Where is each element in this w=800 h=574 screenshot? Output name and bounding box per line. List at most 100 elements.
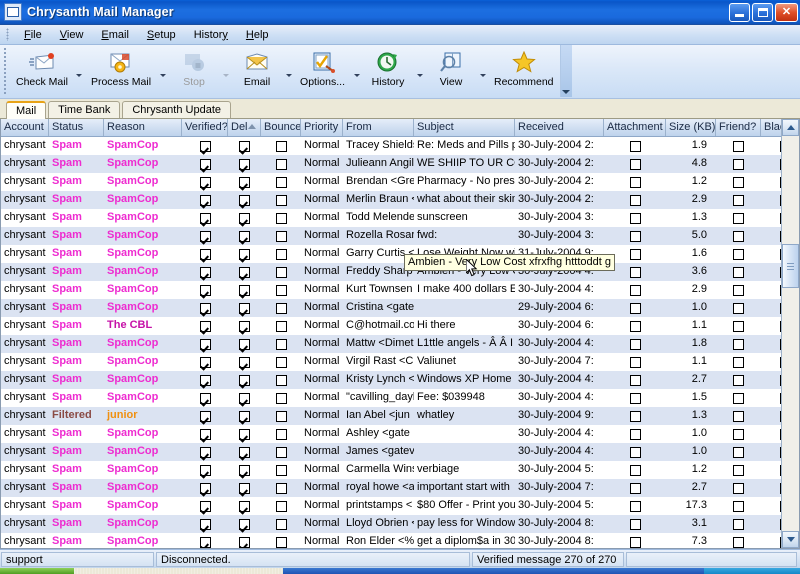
cell-friend-checkbox[interactable] xyxy=(716,299,761,317)
checkbox-unchecked-icon[interactable] xyxy=(630,483,641,494)
checkbox-unchecked-icon[interactable] xyxy=(630,537,641,548)
cell-attachment-checkbox[interactable] xyxy=(604,299,666,317)
cell-blacklist-checkbox[interactable] xyxy=(761,227,781,245)
cell-blacklist-checkbox[interactable] xyxy=(761,371,781,389)
table-row[interactable]: chrysantSpamSpamCopNormalGarry Curtis <L… xyxy=(1,245,781,263)
cell-delete-checkbox[interactable] xyxy=(228,479,261,497)
checkbox-checked-icon[interactable] xyxy=(239,267,250,278)
checkbox-checked-icon[interactable] xyxy=(239,141,250,152)
checkbox-unchecked-icon[interactable] xyxy=(276,429,287,440)
cell-verified-checkbox[interactable] xyxy=(182,425,228,443)
cell-friend-checkbox[interactable] xyxy=(716,425,761,443)
cell-verified-checkbox[interactable] xyxy=(182,191,228,209)
scroll-thumb[interactable] xyxy=(782,244,799,288)
restore-button[interactable] xyxy=(752,3,773,22)
cell-bounce-checkbox[interactable] xyxy=(261,407,301,425)
grid-column-header[interactable]: Verified? xyxy=(182,119,228,136)
cell-attachment-checkbox[interactable] xyxy=(604,137,666,155)
toolbar-grip-icon[interactable] xyxy=(3,47,7,95)
cell-attachment-checkbox[interactable] xyxy=(604,407,666,425)
checkbox-unchecked-icon[interactable] xyxy=(630,501,641,512)
cell-delete-checkbox[interactable] xyxy=(228,497,261,515)
cell-delete-checkbox[interactable] xyxy=(228,515,261,533)
checkbox-unchecked-icon[interactable] xyxy=(276,267,287,278)
checkbox-unchecked-icon[interactable] xyxy=(630,249,641,260)
checkbox-checked-icon[interactable] xyxy=(239,303,250,314)
cell-verified-checkbox[interactable] xyxy=(182,461,228,479)
checkbox-unchecked-icon[interactable] xyxy=(630,159,641,170)
cell-delete-checkbox[interactable] xyxy=(228,533,261,548)
table-row[interactable]: chrysantSpamSpamCopNormalJulieann AngilW… xyxy=(1,155,781,173)
cell-bounce-checkbox[interactable] xyxy=(261,461,301,479)
checkbox-unchecked-icon[interactable] xyxy=(276,303,287,314)
table-row[interactable]: chrysantSpamSpamCopNormalMattw <DimetL1t… xyxy=(1,335,781,353)
taskbar-tray[interactable] xyxy=(704,568,800,574)
checkbox-unchecked-icon[interactable] xyxy=(630,303,641,314)
checkbox-unchecked-icon[interactable] xyxy=(733,357,744,368)
cell-attachment-checkbox[interactable] xyxy=(604,425,666,443)
checkbox-unchecked-icon[interactable] xyxy=(630,321,641,332)
checkbox-unchecked-icon[interactable] xyxy=(733,303,744,314)
cell-bounce-checkbox[interactable] xyxy=(261,245,301,263)
checkbox-unchecked-icon[interactable] xyxy=(733,537,744,548)
checkbox-checked-icon[interactable] xyxy=(200,159,211,170)
grid-column-header[interactable]: Status xyxy=(49,119,104,136)
cell-delete-checkbox[interactable] xyxy=(228,245,261,263)
cell-bounce-checkbox[interactable] xyxy=(261,317,301,335)
cell-friend-checkbox[interactable] xyxy=(716,515,761,533)
menu-grip-icon[interactable] xyxy=(6,28,9,41)
checkbox-unchecked-icon[interactable] xyxy=(630,429,641,440)
checkbox-unchecked-icon[interactable] xyxy=(276,159,287,170)
cell-blacklist-checkbox[interactable] xyxy=(761,425,781,443)
cell-delete-checkbox[interactable] xyxy=(228,263,261,281)
checkbox-checked-icon[interactable] xyxy=(200,501,211,512)
checkbox-unchecked-icon[interactable] xyxy=(276,213,287,224)
cell-friend-checkbox[interactable] xyxy=(716,245,761,263)
cell-verified-checkbox[interactable] xyxy=(182,353,228,371)
checkbox-unchecked-icon[interactable] xyxy=(276,519,287,530)
checkbox-unchecked-icon[interactable] xyxy=(630,447,641,458)
cell-delete-checkbox[interactable] xyxy=(228,425,261,443)
cell-verified-checkbox[interactable] xyxy=(182,227,228,245)
table-row[interactable]: chrysantSpamSpamCopNormalLloyd Obrien <p… xyxy=(1,515,781,533)
checkbox-unchecked-icon[interactable] xyxy=(733,375,744,386)
cell-delete-checkbox[interactable] xyxy=(228,389,261,407)
cell-friend-checkbox[interactable] xyxy=(716,227,761,245)
grid-column-header[interactable]: Friend? xyxy=(716,119,761,136)
checkbox-checked-icon[interactable] xyxy=(239,429,250,440)
checkbox-unchecked-icon[interactable] xyxy=(276,321,287,332)
menu-item-history[interactable]: History xyxy=(185,28,237,42)
minimize-button[interactable] xyxy=(729,3,750,22)
cell-friend-checkbox[interactable] xyxy=(716,443,761,461)
cell-friend-checkbox[interactable] xyxy=(716,263,761,281)
cell-friend-checkbox[interactable] xyxy=(716,389,761,407)
cell-delete-checkbox[interactable] xyxy=(228,371,261,389)
checkbox-checked-icon[interactable] xyxy=(200,177,211,188)
view-dropdown-icon[interactable] xyxy=(477,45,488,91)
checkbox-unchecked-icon[interactable] xyxy=(733,195,744,206)
checkbox-checked-icon[interactable] xyxy=(239,357,250,368)
checkbox-checked-icon[interactable] xyxy=(239,195,250,206)
cell-friend-checkbox[interactable] xyxy=(716,191,761,209)
cell-bounce-checkbox[interactable] xyxy=(261,281,301,299)
checkbox-unchecked-icon[interactable] xyxy=(276,483,287,494)
cell-bounce-checkbox[interactable] xyxy=(261,263,301,281)
checkbox-unchecked-icon[interactable] xyxy=(733,465,744,476)
cell-verified-checkbox[interactable] xyxy=(182,137,228,155)
cell-attachment-checkbox[interactable] xyxy=(604,443,666,461)
checkbox-checked-icon[interactable] xyxy=(239,411,250,422)
cell-verified-checkbox[interactable] xyxy=(182,443,228,461)
checkbox-unchecked-icon[interactable] xyxy=(733,411,744,422)
checkbox-unchecked-icon[interactable] xyxy=(733,393,744,404)
cell-blacklist-checkbox[interactable] xyxy=(761,443,781,461)
toolbar-overflow-button[interactable] xyxy=(560,45,572,97)
cell-delete-checkbox[interactable] xyxy=(228,299,261,317)
checkbox-checked-icon[interactable] xyxy=(200,519,211,530)
menu-item-email[interactable]: Email xyxy=(92,28,138,42)
table-row[interactable]: chrysantSpamSpamCopNormalFreddy SharpAmb… xyxy=(1,263,781,281)
checkbox-unchecked-icon[interactable] xyxy=(733,177,744,188)
grid-column-header[interactable]: Reason xyxy=(104,119,182,136)
tab-chrysanth-update[interactable]: Chrysanth Update xyxy=(122,101,231,118)
checkbox-checked-icon[interactable] xyxy=(200,267,211,278)
cell-blacklist-checkbox[interactable] xyxy=(761,209,781,227)
